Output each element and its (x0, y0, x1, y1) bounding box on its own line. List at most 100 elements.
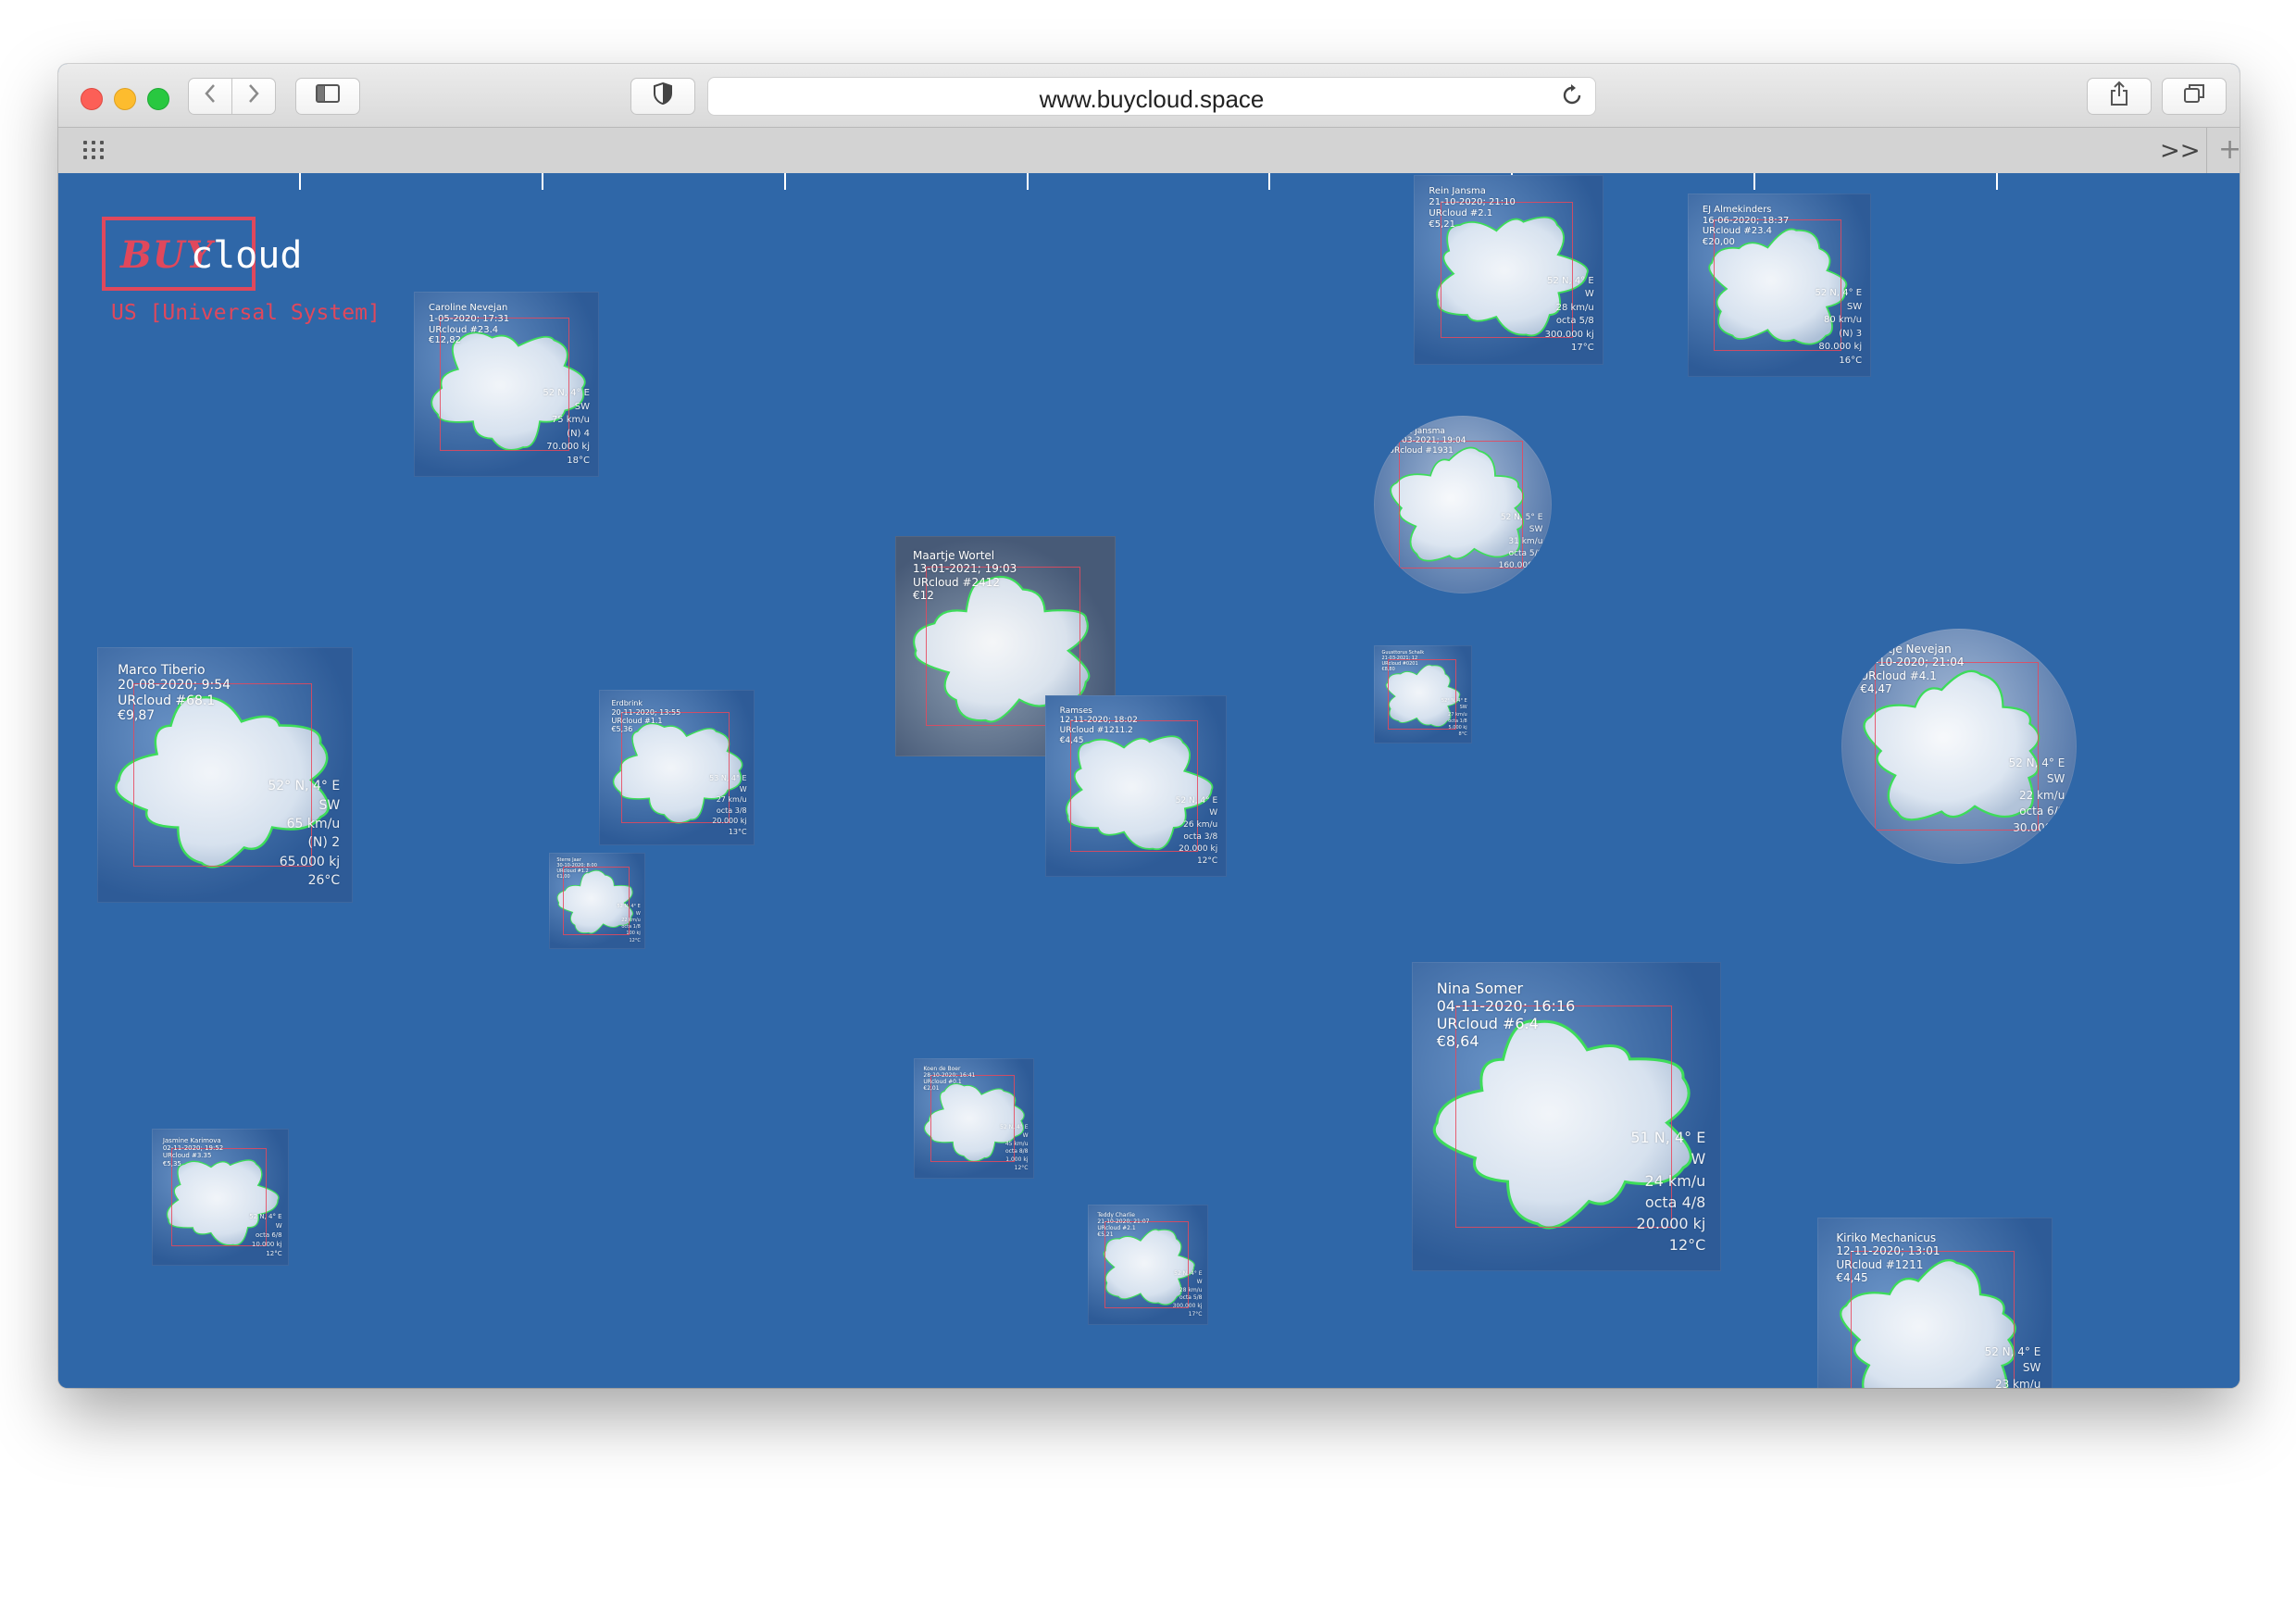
cloud-price: €8,64 (1436, 1031, 1479, 1050)
more-tabs-button[interactable]: >> (2160, 137, 2201, 165)
cloud-card[interactable]: Jasmine Karimova 02-11-2020; 19:52 URcloud… (152, 1129, 289, 1266)
cloud-owner-info: Maartje Nevejan 16-10-2020; 21:04 URcloud … (1860, 643, 1964, 695)
cloud-wind-dir: W (1209, 807, 1218, 818)
shield-icon (653, 81, 673, 111)
cloud-wind-dir: W (1691, 1150, 1706, 1168)
new-tab-button[interactable]: + (2218, 133, 2240, 166)
cloud-card[interactable]: Oekie Jansma 19-03-2021; 19:04 URcloud #19… (1374, 416, 1552, 593)
cloud-weather-info: 52 N, 4° E SW 22 km/u octa 6/8 30.000 kj 11°C (2009, 756, 2065, 852)
cloud-date: 1-05-2020; 17:31 (429, 313, 510, 324)
cloud-card[interactable]: Koen de Boer 28-10-2020; 16:41 URcloud #0.… (914, 1058, 1034, 1179)
cloud-id: URcloud #2.1 (1097, 1224, 1136, 1231)
cloud-card[interactable]: Teddy Charlie 21-10-2020; 21:07 URcloud #2… (1088, 1205, 1208, 1325)
cloud-owner-info: Sterre Jaar 30-10-2020; 8:00 URcloud #1.2 €… (556, 857, 597, 881)
cloud-name: Caroline Nevejan (429, 303, 508, 313)
cloud-wind-dir: SW (1846, 301, 1863, 312)
cloud-weather-info: 52° N, 4° E SW 27 km/u octa 1/8 5.000 kj 8°C (1441, 698, 1467, 739)
cloud-price: €5,21 (1429, 219, 1456, 230)
cloud-energy: 300.000 kj (1544, 329, 1594, 340)
cloud-temp: 17°C (1188, 1310, 1203, 1318)
cloud-energy: 20.000 kj (1636, 1214, 1706, 1232)
cloud-temp: 11°C (2037, 836, 2065, 850)
cloud-cover: octa 3/8 (1183, 832, 1218, 843)
reload-icon[interactable] (1560, 81, 1584, 116)
cloud-id: URcloud #2412 (913, 575, 1001, 589)
cloud-cover: octa 8/8 (1004, 1148, 1029, 1156)
chevron-left-icon (202, 82, 218, 110)
cloud-owner-info: Maartje Wortel 13-01-2021; 19:03 URcloud #… (913, 549, 1017, 602)
close-window-button[interactable] (81, 88, 103, 110)
cloud-cover: octa 4/8 (1644, 1193, 1706, 1211)
cloud-cover: (N) 2 (307, 835, 341, 851)
cloud-weather-info: 52 N, 4° E W 22 km/u octa 1/8 100 kj 12°C (618, 904, 641, 944)
cloud-date: 16-10-2020; 21:04 (1860, 656, 1965, 669)
cloud-card[interactable]: Ramses 12-11-2020; 18:02 URcloud #1211.2 €4… (1045, 695, 1227, 877)
cloud-date: 13-01-2021; 19:03 (913, 562, 1017, 576)
cloud-name: Rein Jansma (1429, 186, 1486, 197)
cloud-id: URcloud #6.4 (1436, 1014, 1539, 1032)
cloud-coords: 52 N, 4° E (1815, 288, 1863, 299)
cloud-date: 04-11-2020; 16:16 (1436, 996, 1576, 1015)
cloud-card[interactable]: Guusttorus Schalk 21-03-2021; 12 URcloud #… (1374, 645, 1472, 743)
cloud-coords: 52 N, 4° E (1174, 1270, 1203, 1278)
tabs-overview-button[interactable] (2162, 78, 2227, 115)
cloud-card[interactable]: EJ Almekinders 16-06-2020; 18:37 URcloud #… (1688, 194, 1871, 377)
cloud-card[interactable]: Sterre Jaar 30-10-2020; 8:00 URcloud #1.2 €… (549, 853, 645, 949)
cloud-weather-info: 52 N, 4° E SW 80 km/u (N) 3 80.000 kj 16°C (1816, 287, 1863, 368)
cloud-name: Erdbrink (611, 699, 643, 708)
cloud-price: €4,47 (1860, 681, 1892, 695)
cloud-id: URcloud #23.4 (429, 324, 499, 335)
cloud-energy: 10.000 kj (251, 1241, 282, 1249)
minimize-window-button[interactable] (114, 88, 136, 110)
grid-icon[interactable] (83, 141, 106, 159)
cloud-date: 21-10-2020; 21:07 (1097, 1218, 1150, 1225)
cloud-weather-info: 52 N, 4° E W 45 km/u octa 8/8 1.000 kj 12°C (1000, 1124, 1028, 1172)
cloud-energy: 160.000 kj (1498, 561, 1543, 571)
cloud-temp: 13°C (728, 828, 747, 837)
url-text: www.buycloud.space (1039, 85, 1265, 113)
cloud-wind-dir: W (275, 1222, 282, 1230)
address-bar[interactable]: www.buycloud.space (707, 77, 1596, 116)
cloud-cover: (N) 3 (1839, 328, 1863, 339)
cloud-speed: 22 km/u (2018, 788, 2065, 802)
cloud-price: €8,80 (1381, 667, 1395, 673)
fullscreen-window-button[interactable] (147, 88, 169, 110)
cloud-wind-dir: SW (2046, 772, 2065, 786)
cloud-weather-info: 52 N, 4° E W 28 km/u octa 5/8 300.000 kj 17°C (1545, 275, 1594, 356)
cloud-card[interactable]: Kiriko Mechanicus 12-11-2020; 13:01 URclou… (1817, 1218, 2053, 1388)
cloud-wind-dir: SW (2022, 1361, 2041, 1375)
cloud-wind-dir: W (635, 910, 641, 917)
tabs-overview-icon (2182, 82, 2206, 110)
cloud-card[interactable]: Maartje Nevejan 16-10-2020; 21:04 URcloud … (1841, 629, 2077, 864)
cloud-speed: 27 km/u (1448, 711, 1467, 718)
cloud-wind-dir: W (739, 784, 747, 793)
buycloud-logo[interactable]: BUY cloud (102, 217, 302, 291)
cloud-weather-info: 52 N, 4° E Wocta 6/8 10.000 kj 12°C (249, 1212, 281, 1259)
cloud-card[interactable]: Marco Tiberio 20-08-2020; 9:54 URcloud #68… (97, 647, 353, 903)
privacy-button[interactable] (630, 78, 695, 115)
cloud-weather-info: 52 N, 5° E SW 31 km/u octa 5/8 160.000 kj 9°C (1499, 512, 1543, 584)
cloud-card[interactable]: Rein Jansma 21-10-2020; 21:10 URcloud #2.1… (1414, 175, 1603, 365)
sidebar-button[interactable] (295, 78, 360, 115)
share-icon (2108, 81, 2130, 112)
share-button[interactable] (2087, 78, 2152, 115)
cloud-price: €5,35 (162, 1159, 181, 1168)
cloud-card[interactable]: Erdbrink 20-11-2020; 13:55 URcloud #1.1 €5,… (599, 690, 755, 845)
cloud-owner-info: EJ Almekinders 16-06-2020; 18:37 URcloud #… (1703, 205, 1789, 248)
cloud-coords: 52 N, 4° E (2008, 756, 2065, 769)
cloud-owner-info: Kiriko Mechanicus 12-11-2020; 13:01 URclou… (1836, 1231, 1940, 1284)
cloud-card[interactable]: Nina Somer 04-11-2020; 16:16 URcloud #6.4 €… (1412, 962, 1721, 1271)
cloud-temp: 26°C (307, 872, 341, 888)
cloud-speed: 28 km/u (1555, 302, 1594, 313)
cloud-id: URcloud #4.1 (1860, 668, 1937, 682)
page-content: BUY cloud US [Universal System] Caroline… (58, 173, 2240, 1388)
cloud-card[interactable]: Caroline Nevejan 1-05-2020; 17:31 URcloud … (414, 292, 599, 477)
cloud-speed: 22 km/u (621, 917, 641, 923)
cloud-name: Nina Somer (1436, 980, 1524, 998)
cloud-owner-info: Caroline Nevejan 1-05-2020; 17:31 URcloud … (429, 303, 509, 346)
top-ruler-tick (1753, 173, 1755, 190)
cloud-date: 12-11-2020; 13:01 (1836, 1244, 1940, 1258)
browser-window: www.buycloud.space >> + BUY cloud US [Un… (58, 64, 2240, 1388)
forward-button[interactable] (231, 78, 276, 115)
back-button[interactable] (188, 78, 232, 115)
